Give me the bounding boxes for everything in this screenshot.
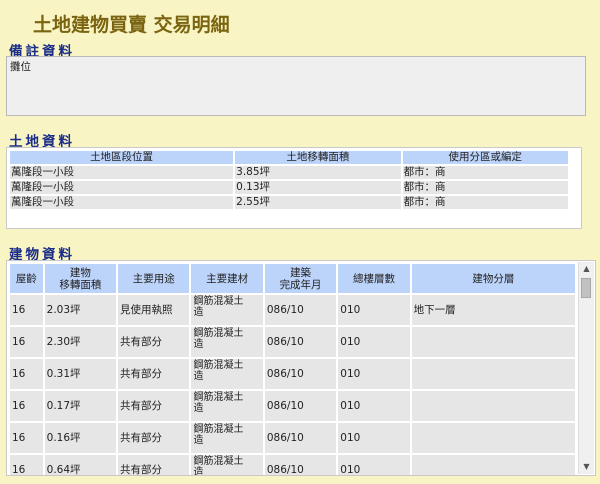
scroll-up-arrow-icon[interactable]: ▲ <box>579 262 594 276</box>
land-col-header: 土地移轉面積 <box>235 151 401 164</box>
table-row: 16 0.31坪 共有部分 鋼筋混凝土造 086/10 010 <box>10 359 575 389</box>
building-header-row: 屋齡 建物 移轉面積 主要用途 主要建材 建築 完成年月 總樓層數 建物分層 <box>10 264 575 293</box>
land-header-row: 土地區段位置 土地移轉面積 使用分區或編定 <box>10 151 568 164</box>
land-col-header: 土地區段位置 <box>10 151 234 164</box>
building-cell-age: 16 <box>10 327 43 357</box>
vertical-scrollbar[interactable]: ▲ ▼ <box>578 262 594 474</box>
land-panel: 土地區段位置 土地移轉面積 使用分區或編定 萬隆段一小段 3.85坪 都市：商 … <box>6 147 582 229</box>
building-cell-age: 16 <box>10 359 43 389</box>
building-cell-completed: 086/10 <box>264 455 337 475</box>
building-cell-area: 0.64坪 <box>44 455 117 475</box>
land-cell-area: 2.55坪 <box>235 196 401 209</box>
building-cell-level <box>411 391 575 421</box>
land-cell-zoning: 都市：商 <box>402 196 568 209</box>
building-cell-completed: 086/10 <box>264 391 337 421</box>
building-col-header: 主要用途 <box>118 264 190 293</box>
land-cell-location: 萬隆段一小段 <box>10 166 234 179</box>
scrollbar-thumb[interactable] <box>581 278 591 298</box>
building-col-header: 建物分層 <box>411 264 575 293</box>
table-row: 16 0.17坪 共有部分 鋼筋混凝土造 086/10 010 <box>10 391 575 421</box>
building-cell-material: 鋼筋混凝土造 <box>191 327 263 357</box>
building-cell-level: 地下一層 <box>411 295 575 325</box>
table-row: 萬隆段一小段 2.55坪 都市：商 <box>10 196 568 209</box>
building-cell-completed: 086/10 <box>264 423 337 453</box>
building-cell-level <box>411 455 575 475</box>
land-col-header: 使用分區或編定 <box>402 151 568 164</box>
building-cell-floors: 010 <box>338 327 410 357</box>
building-cell-completed: 086/10 <box>264 359 337 389</box>
land-cell-area: 0.13坪 <box>235 181 401 194</box>
building-cell-use: 共有部分 <box>118 423 190 453</box>
building-table: 屋齡 建物 移轉面積 主要用途 主要建材 建築 完成年月 總樓層數 建物分層 16 2… <box>8 262 577 475</box>
scroll-down-arrow-icon[interactable]: ▼ <box>579 460 594 474</box>
building-cell-floors: 010 <box>338 295 410 325</box>
building-cell-material: 鋼筋混凝土造 <box>191 359 263 389</box>
building-cell-age: 16 <box>10 423 43 453</box>
building-cell-material: 鋼筋混凝土造 <box>191 391 263 421</box>
remarks-box: 攤位 <box>6 56 586 116</box>
building-cell-floors: 010 <box>338 391 410 421</box>
table-row: 萬隆段一小段 3.85坪 都市：商 <box>10 166 568 179</box>
building-cell-material: 鋼筋混凝土造 <box>191 295 263 325</box>
building-cell-floors: 010 <box>338 359 410 389</box>
building-cell-area: 2.03坪 <box>44 295 117 325</box>
building-cell-area: 0.31坪 <box>44 359 117 389</box>
table-row: 16 0.64坪 共有部分 鋼筋混凝土造 086/10 010 <box>10 455 575 475</box>
land-table: 土地區段位置 土地移轉面積 使用分區或編定 萬隆段一小段 3.85坪 都市：商 … <box>8 149 570 211</box>
building-col-header: 主要建材 <box>191 264 263 293</box>
building-cell-completed: 086/10 <box>264 327 337 357</box>
building-cell-floors: 010 <box>338 455 410 475</box>
land-cell-zoning: 都市：商 <box>402 181 568 194</box>
building-cell-area: 0.17坪 <box>44 391 117 421</box>
remarks-text: 攤位 <box>10 61 31 73</box>
building-cell-age: 16 <box>10 391 43 421</box>
building-cell-age: 16 <box>10 455 43 475</box>
building-panel[interactable]: 屋齡 建物 移轉面積 主要用途 主要建材 建築 完成年月 總樓層數 建物分層 16 2… <box>6 260 596 476</box>
building-cell-use: 共有部分 <box>118 391 190 421</box>
table-row: 16 2.30坪 共有部分 鋼筋混凝土造 086/10 010 <box>10 327 575 357</box>
land-cell-zoning: 都市：商 <box>402 166 568 179</box>
building-cell-completed: 086/10 <box>264 295 337 325</box>
building-cell-area: 2.30坪 <box>44 327 117 357</box>
building-cell-use: 共有部分 <box>118 359 190 389</box>
building-cell-floors: 010 <box>338 423 410 453</box>
building-cell-use: 共有部分 <box>118 327 190 357</box>
building-cell-use: 共有部分 <box>118 455 190 475</box>
building-cell-age: 16 <box>10 295 43 325</box>
building-col-header: 屋齡 <box>10 264 43 293</box>
land-cell-location: 萬隆段一小段 <box>10 181 234 194</box>
building-col-header: 建物 移轉面積 <box>44 264 117 293</box>
building-col-header: 總樓層數 <box>338 264 410 293</box>
page-title: 土地建物買賣 交易明細 <box>33 14 230 36</box>
land-cell-location: 萬隆段一小段 <box>10 196 234 209</box>
building-cell-material: 鋼筋混凝土造 <box>191 455 263 475</box>
table-row: 16 2.03坪 見使用執照 鋼筋混凝土造 086/10 010 地下一層 <box>10 295 575 325</box>
building-cell-level <box>411 327 575 357</box>
land-cell-area: 3.85坪 <box>235 166 401 179</box>
building-cell-material: 鋼筋混凝土造 <box>191 423 263 453</box>
table-row: 萬隆段一小段 0.13坪 都市：商 <box>10 181 568 194</box>
building-col-header: 建築 完成年月 <box>264 264 337 293</box>
building-cell-area: 0.16坪 <box>44 423 117 453</box>
table-row: 16 0.16坪 共有部分 鋼筋混凝土造 086/10 010 <box>10 423 575 453</box>
building-cell-level <box>411 359 575 389</box>
building-cell-level <box>411 423 575 453</box>
building-cell-use: 見使用執照 <box>118 295 190 325</box>
